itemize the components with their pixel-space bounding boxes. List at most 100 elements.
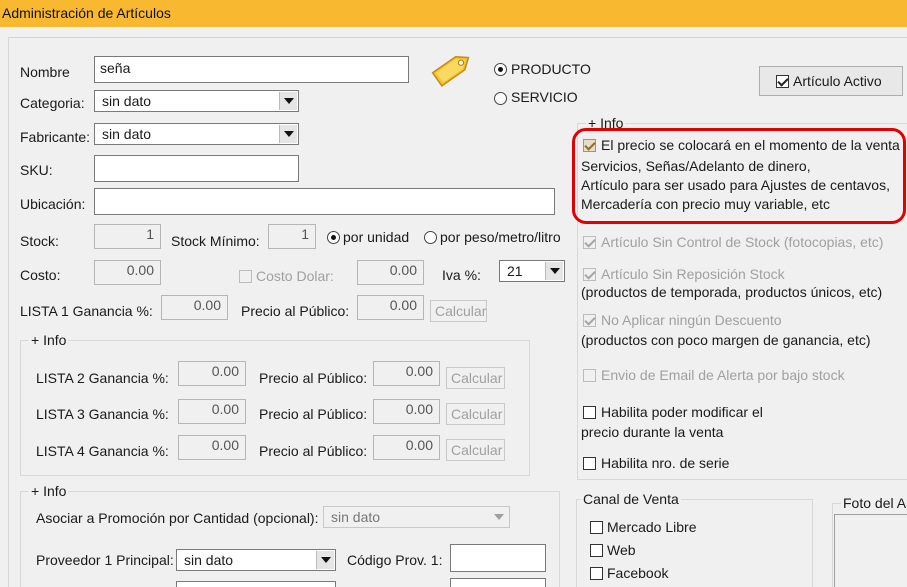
no-descuento-desc: (productos con poco margen de ganancia, … [581, 332, 871, 348]
iva-label: Iva %: [442, 267, 481, 283]
window-title: Administración de Artículos [2, 5, 171, 21]
lista1-calcular-button[interactable]: Calcular [430, 300, 487, 322]
servicio-radio[interactable] [494, 92, 507, 105]
proveedor-label: Proveedor 1 Principal: [36, 552, 174, 568]
promo-select[interactable]: sin dato [323, 506, 510, 528]
sin-reposicion-label: Artículo Sin Reposición Stock [601, 266, 785, 282]
web-checkbox[interactable] [590, 544, 603, 557]
categoria-select[interactable]: sin dato [94, 90, 299, 112]
por-peso-label: por peso/metro/litro [440, 229, 561, 245]
stock-minimo-label: Stock Mínimo: [171, 233, 260, 249]
lista4-ganancia-field: 0.00 [178, 435, 246, 460]
nro-serie-label: Habilita nro. de serie [601, 455, 730, 471]
foto-image[interactable] [834, 514, 907, 587]
codigo-prov2-input[interactable] [450, 578, 546, 587]
foto-title: Foto del Ar [841, 495, 907, 511]
info-listas-title: + Info [29, 332, 69, 348]
highlight-box [572, 128, 906, 224]
lista1-ganancia-field: 0.00 [161, 295, 228, 320]
por-unidad-radio[interactable] [327, 231, 340, 244]
sku-label: SKU: [20, 162, 53, 178]
lista3-precio-field: 0.00 [373, 399, 440, 424]
stock-label: Stock: [20, 233, 59, 249]
title-bar: Administración de Artículos [0, 0, 907, 27]
lista3-label: LISTA 3 Ganancia %: [36, 406, 169, 422]
sin-reposicion-checkbox[interactable] [583, 268, 596, 281]
lista2-ganancia-field: 0.00 [178, 361, 246, 386]
costo-label: Costo: [20, 267, 61, 283]
ubicacion-input[interactable] [94, 188, 555, 215]
chevron-down-icon [279, 92, 297, 110]
lista3-calcular-button[interactable]: Calcular [446, 403, 505, 425]
mercado-libre-checkbox[interactable] [590, 521, 603, 534]
iva-value: 21 [507, 263, 523, 279]
nombre-label: Nombre [20, 64, 70, 80]
servicio-label: SERVICIO [511, 89, 578, 105]
articulo-activo-checkbox[interactable] [776, 75, 789, 88]
ubicacion-label: Ubicación: [20, 196, 86, 212]
sin-control-stock-checkbox[interactable] [583, 236, 596, 249]
no-descuento-checkbox[interactable] [583, 314, 596, 327]
producto-radio[interactable] [494, 63, 507, 76]
canal-venta-title: Canal de Venta [581, 491, 681, 507]
fabricante-select[interactable]: sin dato [94, 123, 299, 145]
lista2-calcular-button[interactable]: Calcular [446, 367, 505, 389]
por-peso-radio[interactable] [424, 231, 437, 244]
chevron-down-icon [279, 125, 297, 143]
por-unidad-label: por unidad [343, 229, 410, 245]
email-alerta-checkbox[interactable] [583, 369, 596, 382]
modificar-precio-label-2: precio durante la venta [581, 424, 724, 440]
lista4-calcular-button[interactable]: Calcular [446, 439, 505, 461]
lista1-precio-label: Precio al Público: [241, 303, 350, 319]
codigo-prov-input[interactable] [450, 544, 546, 572]
web-label: Web [607, 542, 636, 558]
articulo-activo-label: Artículo Activo [793, 73, 882, 89]
costo-dolar-field: 0.00 [357, 260, 424, 285]
modificar-precio-checkbox[interactable] [583, 406, 596, 419]
proveedor2-select[interactable] [176, 581, 336, 587]
lista4-label: LISTA 4 Ganancia %: [36, 443, 169, 459]
modificar-precio-label: Habilita poder modificar el [601, 404, 763, 420]
proveedor-select[interactable]: sin dato [176, 549, 336, 571]
nro-serie-checkbox[interactable] [583, 457, 596, 470]
sin-reposicion-desc: (productos de temporada, productos único… [581, 284, 883, 300]
info-promo-title: + Info [29, 483, 69, 499]
producto-label: PRODUCTO [511, 61, 591, 77]
lista3-ganancia-field: 0.00 [178, 399, 246, 424]
chevron-down-icon [490, 508, 508, 526]
lista3-precio-label: Precio al Público: [259, 406, 368, 422]
chevron-down-icon [316, 551, 334, 569]
costo-field: 0.00 [94, 260, 161, 285]
codigo-prov-label: Código Prov. 1: [347, 552, 443, 568]
proveedor-value: sin dato [184, 552, 234, 568]
nombre-input[interactable]: seña [94, 56, 409, 83]
facebook-label: Facebook [607, 565, 669, 581]
costo-dolar-checkbox[interactable] [239, 270, 252, 283]
fabricante-value: sin dato [102, 126, 152, 142]
iva-select[interactable]: 21 [499, 260, 565, 282]
no-descuento-label: No Aplicar ningún Descuento [601, 312, 782, 328]
lista1-precio-field: 0.00 [357, 295, 424, 320]
stock-field: 1 [94, 224, 161, 249]
sku-input[interactable] [94, 155, 299, 182]
articulo-activo-toggle[interactable]: Artículo Activo [759, 66, 903, 96]
fabricante-label: Fabricante: [20, 129, 91, 145]
lista2-precio-field: 0.00 [373, 361, 440, 386]
chevron-down-icon [545, 262, 563, 280]
costo-dolar-label: Costo Dolar: [256, 268, 334, 284]
lista2-label: LISTA 2 Ganancia %: [36, 370, 169, 386]
promo-label: Asociar a Promoción por Cantidad (opcion… [36, 510, 319, 526]
facebook-checkbox[interactable] [590, 567, 603, 580]
price-tag-icon [428, 48, 476, 90]
sin-control-stock-label: Artículo Sin Control de Stock (fotocopia… [601, 234, 884, 250]
mercado-libre-label: Mercado Libre [607, 519, 697, 535]
stock-minimo-field: 1 [268, 224, 316, 249]
lista4-precio-field: 0.00 [373, 435, 440, 460]
lista2-precio-label: Precio al Público: [259, 370, 368, 386]
categoria-label: Categoria: [20, 95, 85, 111]
lista1-label: LISTA 1 Ganancia %: [20, 303, 153, 319]
lista4-precio-label: Precio al Público: [259, 443, 368, 459]
email-alerta-label: Envio de Email de Alerta por bajo stock [601, 367, 845, 383]
promo-value: sin dato [331, 509, 381, 525]
categoria-value: sin dato [102, 93, 152, 109]
